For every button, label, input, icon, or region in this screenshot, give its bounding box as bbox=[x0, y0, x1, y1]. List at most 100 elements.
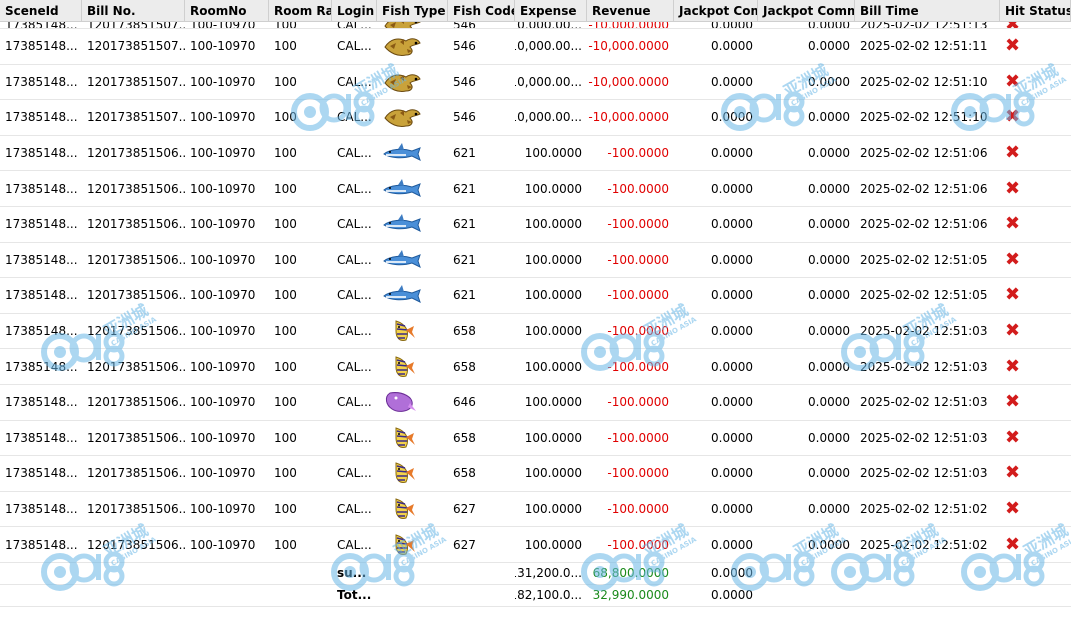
cell-bill: 120173851506... bbox=[87, 252, 185, 267]
cell-bill: 120173851506... bbox=[87, 537, 185, 552]
column-header[interactable]: Hit Status bbox=[1000, 0, 1071, 22]
table-row[interactable]: 17385148... 120173851506... 100-10970 100 CA… bbox=[0, 136, 1071, 172]
hit-status-cell: ✖ bbox=[1000, 314, 1071, 349]
cross-icon: ✖ bbox=[1005, 248, 1021, 270]
table-row[interactable]: 17385148... 120173851506... 100-10970 100 CA… bbox=[0, 349, 1071, 385]
striped-fish-icon bbox=[377, 349, 448, 384]
cell-rate: 100 bbox=[274, 110, 297, 125]
table-row[interactable]: 17385148... 120173851506... 100-10970 100 CA… bbox=[0, 314, 1071, 350]
cross-icon: ✖ bbox=[1005, 498, 1021, 520]
table-row[interactable]: 17385148... 120173851506... 100-10970 100 CA… bbox=[0, 421, 1071, 457]
column-header[interactable]: Jackpot Com bbox=[674, 0, 758, 22]
cell-login: CAL... bbox=[337, 217, 372, 232]
column-header[interactable]: Fish Type bbox=[377, 0, 448, 22]
column-header[interactable]: Bill Time bbox=[855, 0, 1000, 22]
table-row[interactable]: 17385148... 120173851506... 100-10970 100 CA… bbox=[0, 207, 1071, 243]
table-row[interactable]: 17385148... 120173851506... 100-10970 100 CA… bbox=[0, 171, 1071, 207]
column-header[interactable]: Room Rat bbox=[269, 0, 332, 22]
table-row[interactable]: 17385148...120173851507...100-10970100CA… bbox=[0, 29, 1071, 65]
cell-expense: 100.0000 bbox=[524, 288, 582, 303]
cell-jc: 0.0000 bbox=[711, 74, 753, 89]
cell-expense: 100.0000 bbox=[524, 359, 582, 374]
total-row: Tot... 182,100.0... 32,990.0000 0.0000 bbox=[0, 585, 1071, 607]
cell-login: CAL... bbox=[337, 537, 372, 552]
cell-rate: 100 bbox=[269, 22, 332, 28]
cell-bill: 120173851507... bbox=[87, 110, 185, 125]
table-row[interactable]: 17385148... 120173851506... 100-10970 100 CA… bbox=[0, 527, 1071, 563]
cell-jcm: 0.0000 bbox=[808, 466, 850, 481]
cell-expense: 10,000.00... bbox=[515, 39, 582, 54]
cell-jcm: 0.0000 bbox=[808, 252, 850, 267]
cell-jcm: 0.0000 bbox=[808, 395, 850, 410]
cell-revenue: -10,000.0000 bbox=[588, 39, 669, 54]
column-header[interactable]: Login bbox=[332, 0, 377, 22]
cell-room: 100-10970 bbox=[190, 359, 256, 374]
cell-code: 621 bbox=[453, 146, 476, 161]
cross-icon: ✖ bbox=[1005, 284, 1021, 306]
cell-expense: 100.0000 bbox=[524, 466, 582, 481]
striped-fish-icon bbox=[377, 314, 448, 349]
cell-login: CAL... bbox=[337, 324, 372, 339]
cell-jc: 0.0000 bbox=[711, 430, 753, 445]
hit-status-cell: ✖ bbox=[1000, 349, 1071, 384]
cell-expense: 100.0000 bbox=[524, 395, 582, 410]
hit-status-cell: ✖ bbox=[1000, 100, 1071, 135]
table-row[interactable]: 17385148... 120173851506... 100-10970 100 CA… bbox=[0, 456, 1071, 492]
hit-status-cell: ✖ bbox=[1000, 22, 1071, 28]
cell-room: 100-10970 bbox=[190, 466, 256, 481]
column-header[interactable]: Revenue bbox=[587, 0, 674, 22]
cell-expense: 100.0000 bbox=[524, 252, 582, 267]
cell-revenue: -100.0000 bbox=[607, 252, 669, 267]
table-row[interactable]: 17385148... 120173851506... 100-10970 100 CA… bbox=[0, 492, 1071, 528]
bill-grid: SceneIdBill No.RoomNoRoom RatLoginFish T… bbox=[0, 0, 1071, 607]
column-header[interactable]: RoomNo bbox=[185, 0, 269, 22]
cell-code: 621 bbox=[453, 288, 476, 303]
cell-bill: 120173851506... bbox=[87, 217, 185, 232]
grid-header: SceneIdBill No.RoomNoRoom RatLoginFish T… bbox=[0, 0, 1071, 22]
table-row[interactable]: 17385148...120173851507...100-10970100CA… bbox=[0, 65, 1071, 101]
table-row[interactable]: 17385148... 120173851506... 100-10970 100 CA… bbox=[0, 243, 1071, 279]
hit-status-cell: ✖ bbox=[1000, 278, 1071, 313]
column-header[interactable]: SceneId bbox=[0, 0, 82, 22]
column-header[interactable]: Bill No. bbox=[82, 0, 185, 22]
hit-status-cell: ✖ bbox=[1000, 527, 1071, 562]
cell-time: 2025-02-02 12:51:10 bbox=[860, 110, 988, 125]
column-header[interactable]: Expense bbox=[515, 0, 587, 22]
dragon-fish-icon bbox=[377, 29, 448, 64]
dragon-fish-icon bbox=[377, 22, 448, 28]
table-row[interactable]: 17385148... 120173851506... 100-10970 100 CA… bbox=[0, 278, 1071, 314]
table-row[interactable]: 17385148...120173851507...100-10970100CA… bbox=[0, 22, 1071, 29]
cell-rate: 100 bbox=[274, 252, 297, 267]
cell-scene: 17385148... bbox=[5, 288, 78, 303]
cell-scene: 17385148... bbox=[5, 39, 78, 54]
cell-revenue: -100.0000 bbox=[607, 288, 669, 303]
total-jackpot: 0.0000 bbox=[711, 588, 753, 603]
cell-scene: 17385148... bbox=[5, 74, 78, 89]
subtotal-jackpot: 0.0000 bbox=[711, 566, 753, 581]
cell-login: CAL... bbox=[337, 359, 372, 374]
cell-room: 100-10970 bbox=[190, 74, 256, 89]
cell-jc: 0.0000 bbox=[711, 324, 753, 339]
cell-jcm: 0.0000 bbox=[808, 502, 850, 517]
cell-revenue: -100.0000 bbox=[607, 324, 669, 339]
cell-jc: 0.0000 bbox=[711, 466, 753, 481]
cell-scene: 17385148... bbox=[5, 217, 78, 232]
column-header[interactable]: Fish Code bbox=[448, 0, 515, 22]
cell-code: 546 bbox=[453, 39, 476, 54]
cell-room: 100-10970 bbox=[190, 217, 256, 232]
cross-icon: ✖ bbox=[1005, 106, 1021, 128]
hit-status-cell: ✖ bbox=[1000, 29, 1071, 64]
table-row[interactable]: 17385148... 120173851506... 100-10970 100 CA… bbox=[0, 385, 1071, 421]
cell-rate: 100 bbox=[274, 430, 297, 445]
cell-code: 658 bbox=[453, 324, 476, 339]
cell-rate: 100 bbox=[274, 324, 297, 339]
cell-time: 2025-02-02 12:51:11 bbox=[860, 39, 988, 54]
cell-bill: 120173851506... bbox=[87, 395, 185, 410]
table-row[interactable]: 17385148...120173851507...100-10970100CA… bbox=[0, 100, 1071, 136]
cell-login: CAL... bbox=[337, 181, 372, 196]
cell-jcm: 0.0000 bbox=[808, 146, 850, 161]
cell-time: 2025-02-02 12:51:03 bbox=[860, 324, 988, 339]
cell-jc: 0.0000 bbox=[711, 217, 753, 232]
cell-rate: 100 bbox=[274, 466, 297, 481]
column-header[interactable]: Jackpot Commi bbox=[758, 0, 855, 22]
